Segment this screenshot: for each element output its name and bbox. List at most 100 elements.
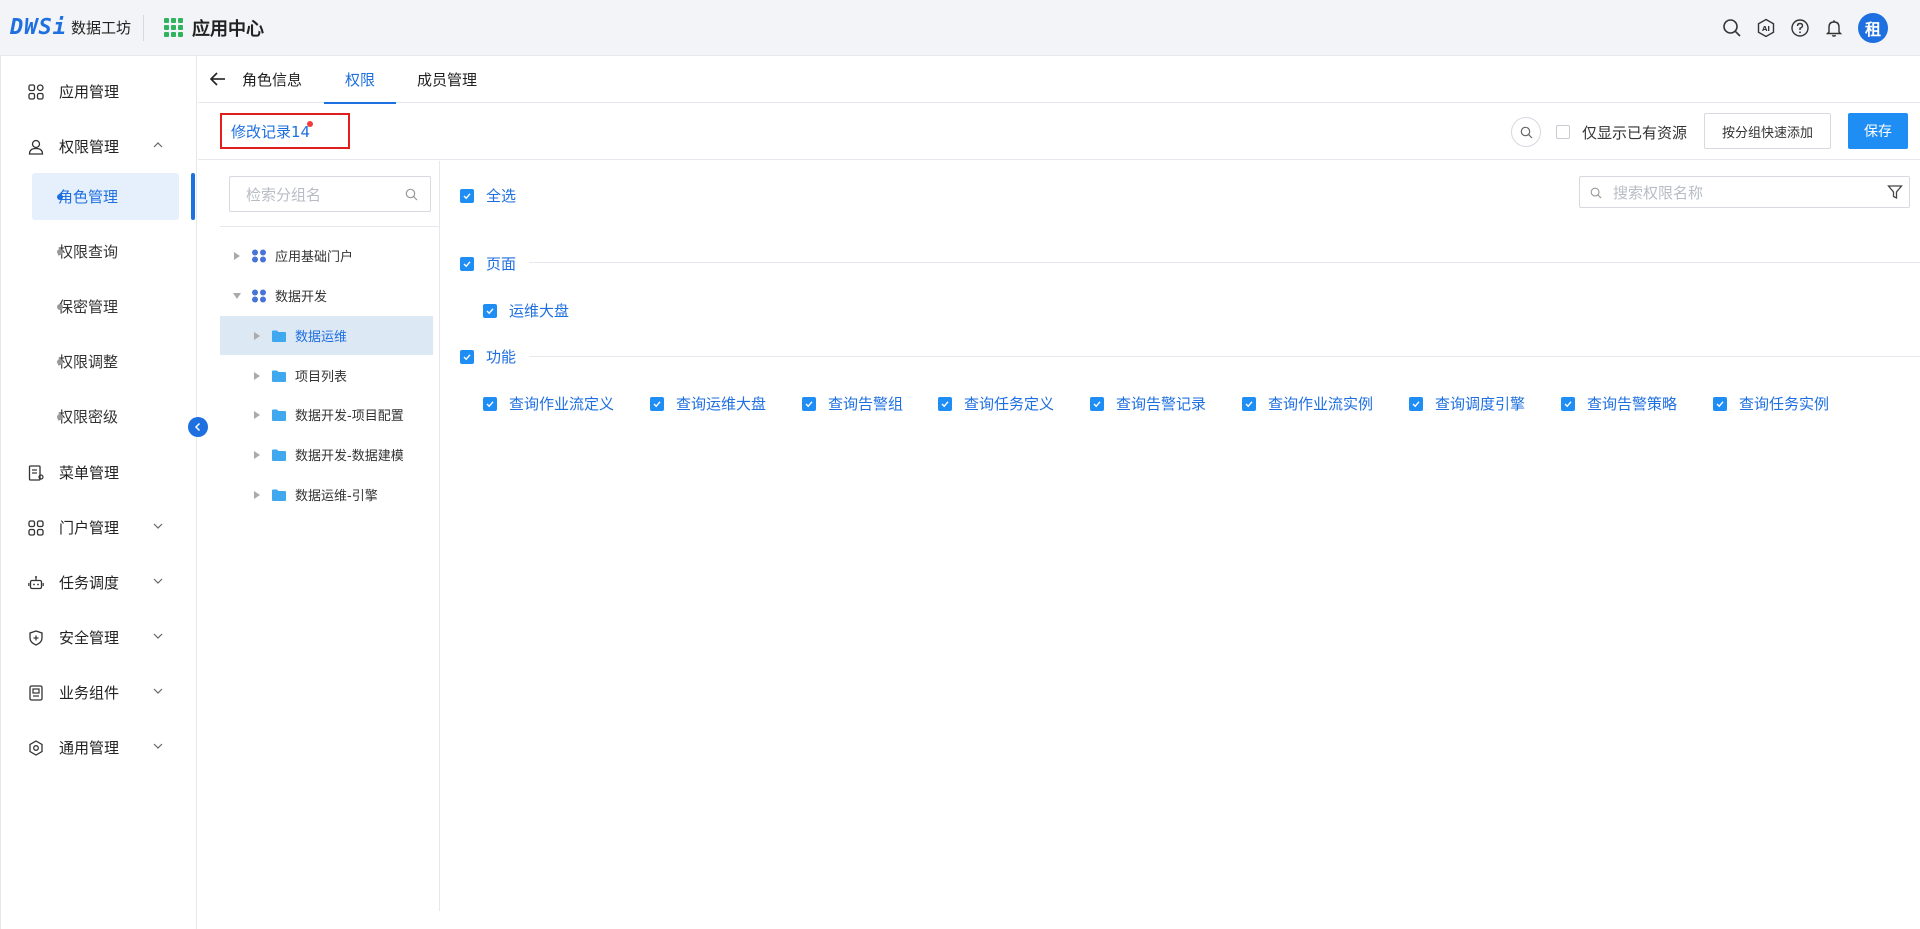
back-arrow-icon[interactable] bbox=[208, 69, 228, 89]
filter-icon[interactable] bbox=[1887, 184, 1903, 200]
caret-down-icon[interactable] bbox=[233, 292, 241, 300]
permission-label: 查询告警组 bbox=[828, 395, 904, 413]
permission-item[interactable]: 查询任务定义 bbox=[938, 393, 1054, 414]
check-icon bbox=[460, 188, 474, 203]
search-icon[interactable] bbox=[1722, 18, 1742, 38]
sidebar-subitem-label: 权限查询 bbox=[58, 243, 119, 261]
group-search-input[interactable]: 检索分组名 bbox=[229, 176, 431, 212]
chevron-down-icon bbox=[153, 743, 163, 749]
tree-divider bbox=[220, 226, 440, 227]
folder-icon bbox=[272, 489, 286, 501]
tree-node-label: 数据运维 bbox=[295, 330, 348, 345]
sidebar-subitem-permission-query[interactable]: 权限查询 bbox=[32, 228, 179, 275]
tab-role-info[interactable]: 角色信息 bbox=[240, 56, 324, 103]
sidebar-item-business-components[interactable]: 业务组件 bbox=[1, 665, 197, 720]
save-button[interactable]: 保存 bbox=[1848, 113, 1908, 149]
check-icon bbox=[1242, 396, 1256, 411]
tree-node-data-ops[interactable]: 数据运维 bbox=[220, 316, 433, 355]
section-function-checkbox[interactable]: 功能 bbox=[460, 346, 516, 367]
search-icon bbox=[405, 188, 418, 201]
tree-node-app-portal[interactable]: 应用基础门户 bbox=[233, 236, 440, 275]
caret-right-icon[interactable] bbox=[253, 410, 261, 419]
logo[interactable]: DWSi 数据工坊 bbox=[0, 0, 131, 56]
ai-icon[interactable]: AI bbox=[1756, 18, 1776, 38]
sidebar-item-security-management[interactable]: 安全管理 bbox=[1, 610, 197, 665]
bullet-dot bbox=[57, 194, 63, 200]
tree-node-data-modeling[interactable]: 数据开发-数据建模 bbox=[253, 435, 440, 474]
permission-label: 查询作业流定义 bbox=[509, 395, 615, 413]
select-all-checkbox[interactable]: 全选 bbox=[460, 185, 516, 206]
tab-member-management[interactable]: 成员管理 bbox=[396, 56, 498, 103]
tree-node-project-list[interactable]: 项目列表 bbox=[253, 356, 440, 395]
only-existing-resources-toggle[interactable]: 仅显示已有资源 bbox=[1556, 118, 1687, 146]
folder-icon bbox=[272, 409, 286, 421]
notification-dot bbox=[307, 121, 313, 127]
permission-item[interactable]: 查询调度引擎 bbox=[1409, 393, 1525, 414]
app-center-label: 应用中心 bbox=[192, 18, 264, 40]
sidebar-subitem-label: 权限密级 bbox=[58, 408, 119, 426]
sidebar-subitem-permission-adjust[interactable]: 权限调整 bbox=[32, 338, 179, 385]
logo-mark: DWSi bbox=[10, 15, 67, 40]
tab-permissions[interactable]: 权限 bbox=[324, 56, 397, 104]
menu-doc-icon bbox=[27, 464, 45, 482]
permission-item[interactable]: 查询作业流实例 bbox=[1242, 393, 1373, 414]
sidebar-subitem-permission-level[interactable]: 权限密级 bbox=[32, 393, 179, 440]
tree-node-project-config[interactable]: 数据开发-项目配置 bbox=[253, 395, 440, 434]
section-divider bbox=[529, 262, 1920, 263]
permission-item[interactable]: 查询运维大盘 bbox=[650, 393, 766, 414]
sidebar-item-label: 业务组件 bbox=[59, 684, 120, 702]
check-icon bbox=[483, 303, 497, 318]
toolbar-search-button[interactable] bbox=[1511, 117, 1541, 147]
check-icon bbox=[650, 396, 664, 411]
sidebar-item-label: 权限管理 bbox=[59, 138, 120, 156]
permission-item[interactable]: 查询任务实例 bbox=[1713, 393, 1829, 414]
select-all-label: 全选 bbox=[486, 187, 517, 205]
caret-right-icon[interactable] bbox=[253, 331, 261, 340]
tree-node-label: 数据运维-引擎 bbox=[295, 489, 378, 504]
permission-item[interactable]: 查询告警记录 bbox=[1090, 393, 1206, 414]
sidebar-subitem-role-management[interactable]: 角色管理 bbox=[32, 173, 179, 220]
tree-node-data-dev[interactable]: 数据开发 bbox=[233, 276, 440, 315]
section-page-checkbox[interactable]: 页面 bbox=[460, 253, 516, 274]
group-search-placeholder: 检索分组名 bbox=[246, 185, 322, 204]
caret-right-icon[interactable] bbox=[253, 450, 261, 459]
sidebar-item-label: 门户管理 bbox=[59, 519, 120, 537]
permission-label: 查询调度引擎 bbox=[1435, 395, 1526, 413]
permission-search-input[interactable]: 搜索权限名称 bbox=[1579, 176, 1910, 208]
permission-item[interactable]: 运维大盘 bbox=[483, 300, 569, 321]
app-center-link[interactable]: 应用中心 bbox=[164, 15, 264, 41]
permission-item[interactable]: 查询告警策略 bbox=[1561, 393, 1677, 414]
permission-label: 运维大盘 bbox=[509, 302, 570, 320]
section-divider bbox=[529, 356, 1920, 357]
sidebar-subitem-secrecy-management[interactable]: 保密管理 bbox=[32, 283, 179, 330]
checkbox[interactable] bbox=[1556, 125, 1570, 139]
sidebar-item-portal-management[interactable]: 门户管理 bbox=[1, 500, 197, 555]
sidebar-item-task-scheduling[interactable]: 任务调度 bbox=[1, 555, 197, 610]
chevron-down-icon bbox=[153, 633, 163, 639]
sidebar-item-label: 安全管理 bbox=[59, 629, 120, 647]
sidebar-item-app-management[interactable]: 应用管理 bbox=[1, 64, 197, 119]
caret-right-icon[interactable] bbox=[253, 371, 261, 380]
tree-node-ops-engine[interactable]: 数据运维-引擎 bbox=[253, 475, 440, 514]
check-icon bbox=[1713, 396, 1727, 411]
sidebar-item-menu-management[interactable]: 菜单管理 bbox=[1, 445, 197, 500]
permission-item[interactable]: 查询告警组 bbox=[802, 393, 903, 414]
check-icon bbox=[1561, 396, 1575, 411]
chevron-up-icon bbox=[153, 142, 163, 148]
permission-item[interactable]: 查询作业流定义 bbox=[483, 393, 614, 414]
bell-icon[interactable] bbox=[1824, 18, 1844, 38]
caret-right-icon[interactable] bbox=[253, 490, 261, 499]
avatar[interactable]: 租 bbox=[1858, 13, 1888, 43]
check-icon bbox=[1090, 396, 1104, 411]
quick-add-by-group-button[interactable]: 按分组快速添加 bbox=[1704, 113, 1831, 149]
check-icon bbox=[460, 256, 474, 271]
bullet-dot bbox=[57, 304, 63, 310]
help-icon[interactable] bbox=[1790, 18, 1810, 38]
sidebar-item-general-management[interactable]: 通用管理 bbox=[1, 720, 197, 775]
modification-history-link[interactable]: 修改记录14 bbox=[220, 113, 350, 149]
caret-right-icon[interactable] bbox=[233, 251, 241, 260]
sidebar-collapse-button[interactable] bbox=[188, 417, 208, 437]
sidebar-item-permission-management[interactable]: 权限管理 bbox=[1, 119, 197, 174]
chevron-down-icon bbox=[153, 523, 163, 529]
tree-node-label: 数据开发 bbox=[275, 290, 328, 305]
